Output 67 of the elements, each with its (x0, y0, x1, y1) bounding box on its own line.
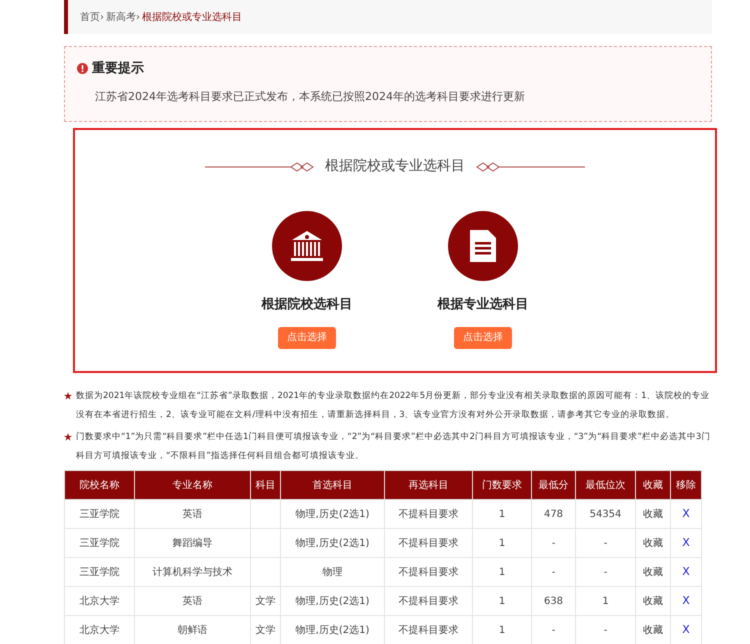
table-cell: 三亚学院 (64, 558, 134, 586)
column-header: 收藏 (636, 470, 670, 500)
column-header: 最低位次 (576, 470, 636, 500)
option-label: 根据专业选科目 (438, 296, 528, 314)
table-cell: 计算机科学与技术 (134, 558, 250, 586)
ornament-line-icon (205, 162, 315, 172)
table-cell: 54354 (576, 500, 636, 528)
column-header: 再选科目 (384, 470, 472, 500)
notice-text: 江苏省2024年选考科目要求已正式发布，本系统已按照2024年的选考科目要求进行更新 (94, 88, 526, 104)
remove-link[interactable]: X (682, 564, 690, 578)
notice-title: 重要提示 (92, 60, 144, 78)
table-cell: 文学 (250, 586, 280, 616)
column-header: 科目 (250, 470, 280, 500)
breadcrumb-link[interactable]: 根据院校或专业选科目 (142, 10, 242, 24)
table-cell (250, 528, 280, 558)
table-cell (250, 558, 280, 586)
column-header: 门数要求 (472, 470, 532, 500)
table-cell: 英语 (134, 586, 250, 616)
table-cell: 1 (472, 500, 532, 528)
remove-link[interactable]: X (682, 506, 690, 520)
table-cell: 物理,历史(2选1) (280, 500, 384, 528)
table-cell (250, 500, 280, 528)
star-icon (64, 433, 72, 441)
table-cell: 不提科目要求 (384, 558, 472, 586)
table-cell: - (576, 558, 636, 586)
breadcrumb-link[interactable]: 首页 (80, 10, 100, 24)
remove-link[interactable]: X (682, 622, 690, 636)
table-cell: - (532, 528, 576, 558)
remove-link[interactable]: X (682, 536, 690, 549)
table-cell: 三亚学院 (64, 500, 134, 528)
ornament-line-icon (475, 162, 585, 172)
column-header: 移除 (670, 470, 702, 500)
table-cell: 物理,历史(2选1) (280, 586, 384, 616)
table-cell: 不提科目要求 (384, 586, 472, 616)
option-label: 根据院校选科目 (262, 296, 352, 314)
star-icon (64, 392, 72, 400)
table-cell: 北京大学 (64, 616, 134, 644)
column-header: 最低分 (532, 470, 576, 500)
table-cell: - (576, 528, 636, 558)
note-text: 门数要求中“1”为只需“科目要求”栏中任选1门科目便可填报该专业，“2”为“科目要求”栏中必选其中2门科目方可填报该专业，“3”为“科目要求”栏中必选其中3门科目方可填报该专业，“不限科目”指选择任何科目组合都可填报该专业。 (76, 430, 712, 463)
note-text: 数据为2021年该院校专业组在“江苏省”录取数据，2021年的专业录取数据约在2022年5月份更新，部分专业没有相关录取数据的原因可能有：1、该院校的专业没有在本省进行招生，2、该专业可能在文科/理科中没有招生，请重新选择科目，3、该专业官方没有对外公开录取数据，请参考其它专业的录取数据。 (76, 390, 711, 422)
building-icon (290, 230, 324, 262)
table-cell: - (532, 558, 576, 586)
table-cell: 舞蹈编导 (134, 528, 250, 558)
table-cell: 物理 (280, 558, 384, 586)
table-cell: 北京大学 (64, 586, 134, 616)
alert-icon (77, 63, 88, 74)
remove-link[interactable]: X (682, 594, 690, 607)
table-cell: 1 (472, 558, 532, 586)
table-cell: 1 (576, 586, 636, 616)
column-header: 院校名称 (64, 470, 134, 500)
table-cell: 不提科目要求 (384, 500, 472, 528)
table-cell: 638 (532, 586, 576, 616)
column-header: 首选科目 (280, 470, 384, 500)
column-header: 专业名称 (134, 470, 250, 500)
breadcrumb-separator: › (100, 10, 104, 24)
table-cell: 物理,历史(2选1) (280, 528, 384, 558)
chooser-title: 根据院校或专业选科目 (325, 157, 465, 176)
table-cell: 英语 (134, 500, 250, 528)
table-cell: 1 (472, 528, 532, 558)
document-icon (470, 230, 496, 262)
breadcrumb-separator: › (136, 10, 140, 24)
table-cell: 478 (532, 500, 576, 528)
table-cell: 不提科目要求 (384, 528, 472, 558)
table-cell: 三亚学院 (64, 528, 134, 558)
table-cell: 1 (472, 586, 532, 616)
breadcrumb-link[interactable]: 新高考 (106, 10, 136, 24)
